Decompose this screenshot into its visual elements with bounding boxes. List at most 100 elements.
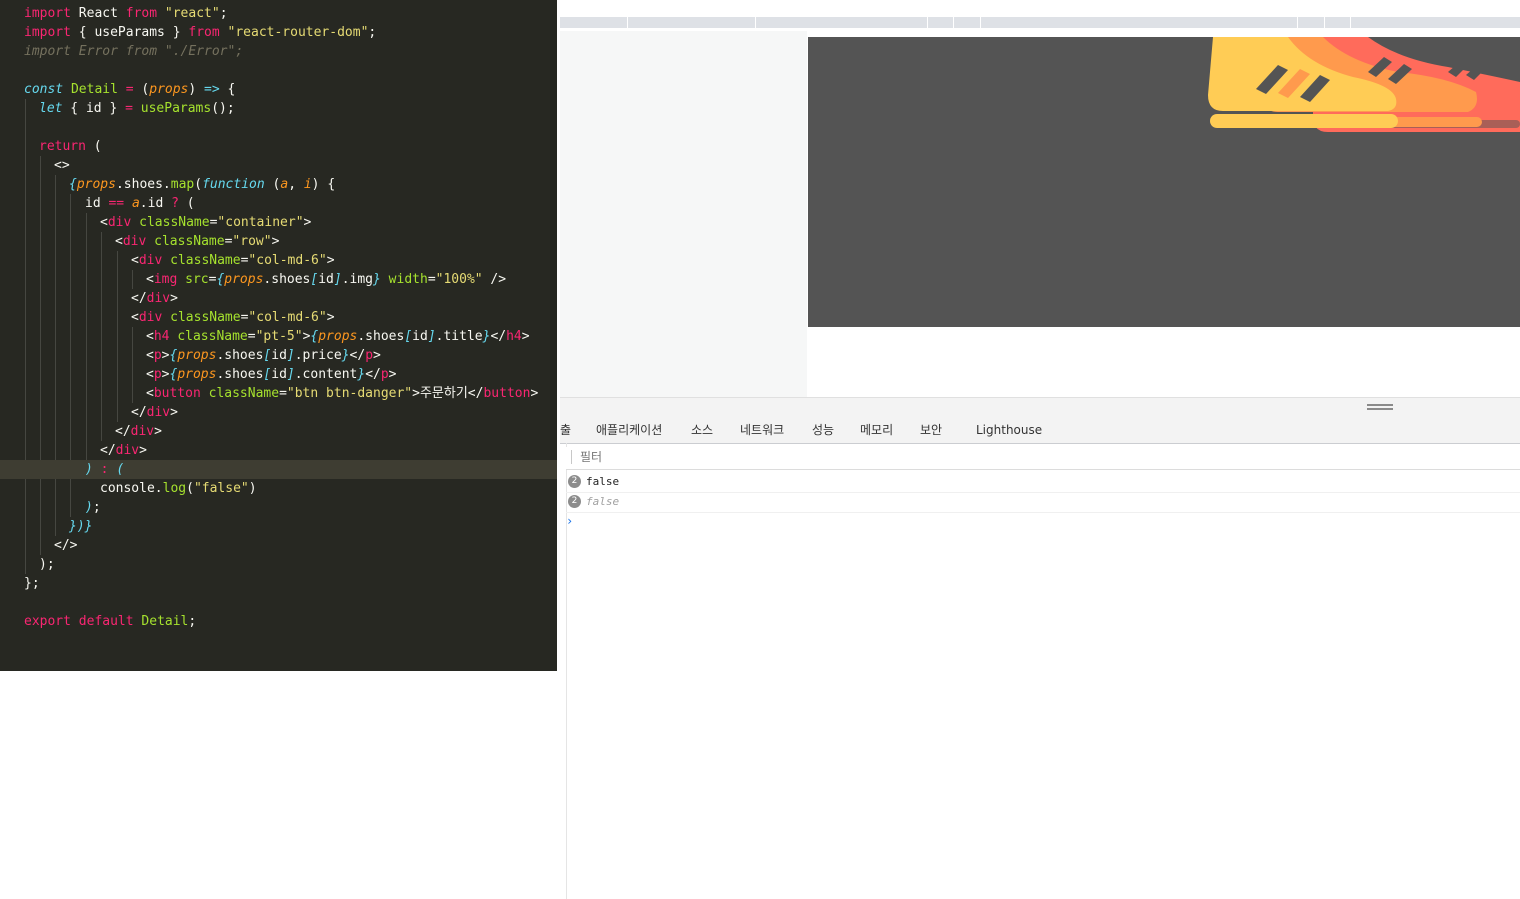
code-line[interactable]: import { useParams } from "react-router-… — [0, 23, 557, 42]
code-token: ? — [171, 196, 179, 211]
code-token: { id } — [62, 101, 126, 116]
code-line[interactable]: <> — [0, 156, 557, 175]
code-token: = — [279, 386, 287, 401]
tab-network[interactable]: 네트워크 — [740, 416, 784, 443]
code-line[interactable]: </div> — [0, 441, 557, 460]
tab-security[interactable]: 보안 — [920, 416, 942, 443]
code-line[interactable]: <div className="col-md-6"> — [0, 308, 557, 327]
code-line[interactable] — [0, 118, 557, 137]
code-token: ) { — [311, 177, 336, 192]
code-token: ) — [248, 481, 257, 496]
tab-application[interactable]: 애플리케이션 — [596, 416, 662, 443]
code-line[interactable]: {props.shoes.map(function (a, i) { — [0, 175, 557, 194]
code-token: div — [122, 234, 147, 249]
tab-sources[interactable]: 소스 — [691, 416, 713, 443]
code-line[interactable] — [0, 61, 557, 80]
code-token: id — [318, 272, 334, 287]
code-token: div — [107, 215, 132, 230]
code-token: export — [24, 614, 71, 629]
tab-divider — [627, 17, 628, 28]
code-token: > — [154, 424, 162, 439]
code-token: h4 — [506, 329, 522, 344]
code-line[interactable]: <div className="col-md-6"> — [0, 251, 557, 270]
code-token: </> — [54, 538, 78, 553]
code-line[interactable] — [0, 593, 557, 612]
code-line[interactable]: <div className="row"> — [0, 232, 557, 251]
tab-divider — [1297, 17, 1298, 28]
code-line[interactable]: ); — [0, 555, 557, 574]
code-token: . — [154, 481, 163, 496]
code-token: .img — [341, 272, 374, 287]
code-token: ) — [85, 462, 93, 477]
code-line[interactable]: import Error from "./Error"; — [0, 42, 557, 61]
browser-tab-strip[interactable] — [560, 17, 1520, 28]
code-token: < — [146, 367, 154, 382]
code-token: < — [146, 329, 154, 344]
code-token: , — [288, 177, 304, 192]
code-line[interactable]: id == a.id ? ( — [0, 194, 557, 213]
grip-icon — [1367, 404, 1393, 406]
code-token: } — [341, 348, 350, 363]
code-token: props — [318, 329, 358, 344]
devtools-resize-handle[interactable] — [560, 397, 1520, 416]
code-line[interactable]: let { id } = useParams(); — [0, 99, 557, 118]
code-token: console — [100, 481, 155, 496]
code-token: from — [188, 25, 220, 40]
code-line[interactable]: return ( — [0, 137, 557, 156]
code-token: log — [162, 481, 187, 496]
tab-divider — [980, 17, 981, 28]
tab-performance[interactable]: 성능 — [812, 416, 834, 443]
code-line[interactable]: <p>{props.shoes[id].content}</p> — [0, 365, 557, 384]
code-line[interactable]: <img src={props.shoes[id].img} width="10… — [0, 270, 557, 289]
code-line[interactable]: <div className="container"> — [0, 213, 557, 232]
code-line[interactable]: })} — [0, 517, 557, 536]
code-line[interactable]: ); — [0, 498, 557, 517]
code-token: import — [24, 25, 71, 40]
code-line[interactable]: </div> — [0, 289, 557, 308]
code-token: ( — [264, 177, 281, 192]
code-line[interactable]: </div> — [0, 403, 557, 422]
code-line[interactable]: <button className="btn btn-danger">주문하기<… — [0, 384, 557, 403]
code-token: </ — [131, 291, 147, 306]
code-token: .shoes — [357, 329, 405, 344]
code-editor[interactable]: import React from "react"; import { useP… — [0, 0, 557, 671]
code-line[interactable]: }; — [0, 574, 557, 593]
tab-lighthouse[interactable]: Lighthouse — [976, 416, 1042, 443]
code-token: >주문하기</ — [412, 386, 484, 401]
code-line[interactable]: console.log("false") — [0, 479, 557, 498]
code-line[interactable]: import React from "react"; — [0, 4, 557, 23]
code-token: from — [125, 6, 158, 21]
tab-console[interactable]: 출 — [560, 416, 571, 443]
code-token: ] — [286, 367, 295, 382]
code-token: props — [224, 272, 264, 287]
tab-memory[interactable]: 메모리 — [860, 416, 893, 443]
code-token: className — [170, 253, 241, 268]
code-line-current[interactable]: ) : ( — [0, 460, 557, 479]
console-message[interactable] — [566, 472, 1520, 493]
sneakers-banner-icon — [1208, 37, 1520, 132]
code-line[interactable]: </> — [0, 536, 557, 555]
code-token: "react" — [164, 6, 220, 21]
code-token: }; — [24, 576, 40, 591]
code-token: </ — [365, 367, 381, 382]
code-token: p — [153, 348, 162, 363]
console-message[interactable] — [566, 492, 1520, 513]
tab-divider — [755, 17, 756, 28]
code-token: > — [326, 253, 335, 268]
code-line[interactable]: <p>{props.shoes[id].price}</p> — [0, 346, 557, 365]
code-line[interactable]: </div> — [0, 422, 557, 441]
code-line[interactable]: <h4 className="pt-5">{props.shoes[id].ti… — [0, 327, 557, 346]
code-line[interactable]: export default Detail; — [0, 612, 557, 631]
code-token: "row" — [232, 234, 272, 249]
chevron-right-icon[interactable]: › — [566, 514, 573, 528]
code-line[interactable]: const Detail = (props) => { — [0, 80, 557, 99]
console-filter-input[interactable] — [576, 449, 1514, 465]
code-token: className — [177, 329, 248, 344]
code-token: < — [146, 272, 154, 287]
